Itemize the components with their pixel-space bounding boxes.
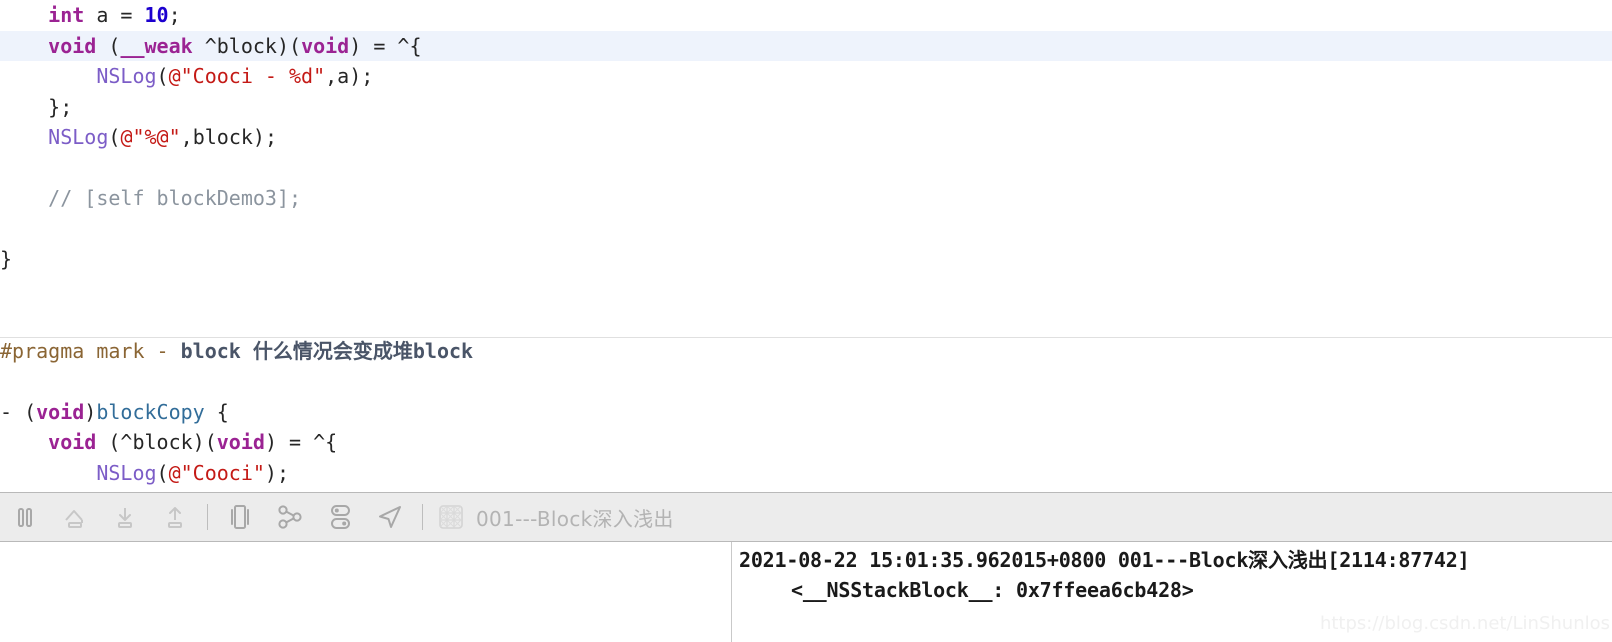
code-token: block 什么情况会变成堆block: [180, 338, 474, 363]
step-into-icon: [110, 504, 140, 530]
code-token: blockCopy: [96, 399, 205, 424]
bottom-panels: 2021-08-22 15:01:35.962015+0800 001---Bl…: [0, 542, 1612, 642]
code-lines-container: int a = 10; void (__weak ^block)(void) =…: [0, 0, 1612, 488]
xcode-debug-screen: int a = 10; void (__weak ^block)(void) =…: [0, 0, 1612, 642]
code-editor[interactable]: int a = 10; void (__weak ^block)(void) =…: [0, 0, 1612, 492]
line-nslog-cooci-d[interactable]: NSLog(@"Cooci - %d",a);: [0, 61, 1612, 92]
code-token: int: [48, 3, 85, 27]
step-over-button[interactable]: [50, 494, 100, 540]
pause-icon: [12, 504, 38, 530]
code-token: NSLog: [96, 460, 157, 485]
code-token: (: [96, 33, 121, 58]
code-token: void: [48, 430, 97, 454]
pause-button[interactable]: [0, 494, 50, 540]
code-token: @"Cooci - %d": [168, 64, 326, 88]
line-nslog-cooci-2[interactable]: NSLog(@"Cooci");: [0, 458, 1612, 489]
section-divider: [0, 337, 1612, 338]
line-blank-4[interactable]: [0, 305, 1612, 336]
code-token: (: [156, 64, 169, 88]
location-arrow-icon: [374, 503, 406, 531]
line-pragma-mark[interactable]: #pragma mark - block 什么情况会变成堆block: [0, 336, 1612, 367]
breadcrumb-process-name[interactable]: 001---Block深入浅出: [476, 503, 674, 532]
line-blank-5[interactable]: [0, 366, 1612, 397]
simulate-location-button[interactable]: [365, 494, 415, 540]
code-token: );: [264, 460, 290, 485]
code-token: ): [84, 399, 97, 424]
variables-view[interactable]: [0, 542, 731, 642]
code-token: ^block)(: [192, 33, 302, 58]
thread-grid-icon: [436, 502, 466, 532]
code-token: (: [108, 125, 121, 149]
code-token: ;: [168, 3, 181, 27]
memory-graph-icon: [274, 503, 306, 531]
code-token: @"Cooci": [168, 460, 265, 485]
code-token: NSLog: [48, 125, 109, 149]
code-token: __weak: [120, 33, 193, 58]
line-nslog-block[interactable]: NSLog(@"%@",block);: [0, 122, 1612, 153]
code-token: #pragma mark -: [0, 338, 181, 363]
code-token: ) = ^{: [349, 33, 422, 58]
code-token: ,a);: [325, 64, 374, 88]
toolbar-divider-2: [422, 504, 423, 530]
step-over-icon: [60, 504, 90, 530]
code-token: (^block)(: [96, 430, 217, 454]
console-line-2: <__NSStackBlock__: 0x7ffeea6cb428>: [791, 578, 1194, 602]
line-blank-1[interactable]: [0, 153, 1612, 184]
line-method-end-brace[interactable]: }: [0, 244, 1612, 275]
code-token: ,block);: [180, 125, 277, 149]
code-token: (: [156, 460, 169, 485]
code-token: NSLog: [96, 64, 157, 88]
line-blank-2[interactable]: [0, 214, 1612, 245]
line-close-brace-semi[interactable]: };: [0, 92, 1612, 123]
debug-toolbar: 001---Block深入浅出: [0, 492, 1612, 542]
step-out-button[interactable]: [150, 494, 200, 540]
watermark-text: https://blog.csdn.net/LinShunlos: [1319, 613, 1610, 634]
line-weak-block-decl[interactable]: void (__weak ^block)(void) = ^{: [0, 30, 1612, 61]
code-token: - (: [0, 399, 37, 424]
code-token: }: [0, 247, 13, 271]
step-out-icon: [160, 504, 190, 530]
code-token: void: [216, 430, 265, 454]
code-token: {: [204, 399, 229, 424]
line-comment-blockdemo3[interactable]: // [self blockDemo3];: [0, 183, 1612, 214]
code-token: 10: [144, 3, 169, 27]
code-token: void: [36, 399, 85, 424]
console-line-1: 2021-08-22 15:01:35.962015+0800 001---Bl…: [739, 548, 1470, 572]
memory-graph-button[interactable]: [265, 494, 315, 540]
line-int-a[interactable]: int a = 10;: [0, 0, 1612, 31]
code-token: void: [301, 33, 350, 58]
environment-overrides-button[interactable]: [315, 494, 365, 540]
code-token: a =: [84, 3, 145, 27]
line-blank-3[interactable]: [0, 275, 1612, 306]
step-into-button[interactable]: [100, 494, 150, 540]
view-debug-icon: [224, 503, 256, 531]
environment-overrides-icon: [324, 503, 356, 531]
view-debugging-button[interactable]: [215, 494, 265, 540]
code-token: };: [0, 94, 73, 119]
code-token: ) = ^{: [264, 430, 338, 454]
toolbar-divider-1: [207, 504, 208, 530]
code-token: // [self blockDemo3];: [0, 186, 302, 210]
line-blockcopy-sig[interactable]: - (void)blockCopy {: [0, 397, 1612, 428]
code-token: void: [48, 33, 97, 58]
code-token: @"%@": [120, 125, 181, 149]
line-block-decl-2[interactable]: void (^block)(void) = ^{: [0, 427, 1612, 458]
console-output[interactable]: 2021-08-22 15:01:35.962015+0800 001---Bl…: [732, 542, 1612, 642]
